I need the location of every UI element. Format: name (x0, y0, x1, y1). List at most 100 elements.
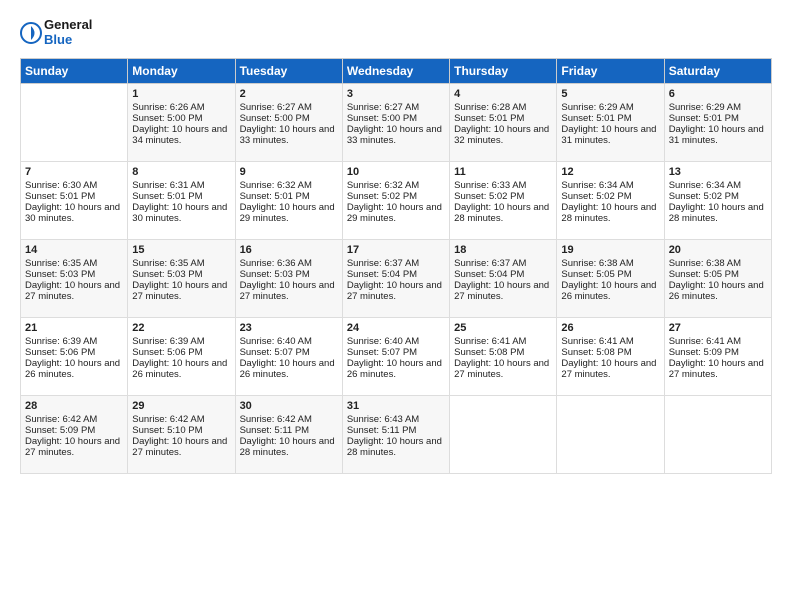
day-number: 15 (132, 244, 230, 256)
sunrise-text: Sunrise: 6:27 AM (347, 102, 445, 113)
week-row-2: 7Sunrise: 6:30 AMSunset: 5:01 PMDaylight… (21, 161, 772, 239)
cell-2-1: 7 Sunrise: 6:30 AMSunset: 5:01 PMDaylight… (21, 161, 128, 239)
sunset-text: Sunset: 5:01 PM (454, 113, 552, 124)
cell-4-2: 22Sunrise: 6:39 AMSunset: 5:06 PMDayligh… (128, 317, 235, 395)
day-number: 30 (240, 400, 338, 412)
cell-4-7: 27 Sunrise: 6:41 AMSunset: 5:09 PMDayligh… (664, 317, 771, 395)
daylight-text: Daylight: 10 hours and 26 minutes. (669, 280, 767, 302)
daylight-text: Daylight: 10 hours and 26 minutes. (25, 358, 123, 380)
sunset-text: Sunset: 5:11 PM (240, 425, 338, 436)
sunset-text: Sunset: 5:06 PM (25, 347, 123, 358)
sunrise-text: Sunrise: 6:29 AM (561, 102, 659, 113)
cell-5-5 (450, 395, 557, 473)
sunset-text: Sunset: 5:05 PM (561, 269, 659, 280)
cell-3-2: 15Sunrise: 6:35 AMSunset: 5:03 PMDayligh… (128, 239, 235, 317)
sunrise-text: Sunrise: 6:42 AM (240, 414, 338, 425)
header-saturday: Saturday (664, 58, 771, 83)
sunset-text: Sunset: 5:02 PM (347, 191, 445, 202)
sunrise-text: Sunrise: 6:40 AM (240, 336, 338, 347)
day-number: 5 (561, 88, 659, 100)
day-number: 27 (669, 322, 767, 334)
daylight-text: Daylight: 10 hours and 27 minutes. (561, 358, 659, 380)
cell-1-5: 4Sunrise: 6:28 AMSunset: 5:01 PMDaylight… (450, 83, 557, 161)
sunrise-text: Sunrise: 6:34 AM (561, 180, 659, 191)
sunset-text: Sunset: 5:00 PM (132, 113, 230, 124)
daylight-text: Daylight: 10 hours and 27 minutes. (669, 358, 767, 380)
day-number: 23 (240, 322, 338, 334)
sunrise-text: Sunrise: 6:34 AM (669, 180, 767, 191)
header-wednesday: Wednesday (342, 58, 449, 83)
sunrise-text: Sunrise: 6:41 AM (669, 336, 767, 347)
sunrise-text: Sunrise: 6:41 AM (454, 336, 552, 347)
daylight-text: Daylight: 10 hours and 30 minutes. (25, 202, 123, 224)
sunset-text: Sunset: 5:02 PM (561, 191, 659, 202)
sunset-text: Sunset: 5:02 PM (454, 191, 552, 202)
daylight-text: Daylight: 10 hours and 29 minutes. (347, 202, 445, 224)
day-number: 17 (347, 244, 445, 256)
day-number: 14 (25, 244, 123, 256)
cell-2-6: 12Sunrise: 6:34 AMSunset: 5:02 PMDayligh… (557, 161, 664, 239)
header-thursday: Thursday (450, 58, 557, 83)
daylight-text: Daylight: 10 hours and 33 minutes. (240, 124, 338, 146)
day-number: 4 (454, 88, 552, 100)
day-number: 21 (25, 322, 123, 334)
day-number: 18 (454, 244, 552, 256)
sunrise-text: Sunrise: 6:32 AM (240, 180, 338, 191)
sunrise-text: Sunrise: 6:31 AM (132, 180, 230, 191)
sunset-text: Sunset: 5:07 PM (240, 347, 338, 358)
daylight-text: Daylight: 10 hours and 33 minutes. (347, 124, 445, 146)
daylight-text: Daylight: 10 hours and 26 minutes. (132, 358, 230, 380)
sunrise-text: Sunrise: 6:39 AM (25, 336, 123, 347)
sunrise-text: Sunrise: 6:32 AM (347, 180, 445, 191)
sunrise-text: Sunrise: 6:42 AM (132, 414, 230, 425)
sunrise-text: Sunrise: 6:33 AM (454, 180, 552, 191)
cell-4-1: 21 Sunrise: 6:39 AMSunset: 5:06 PMDayligh… (21, 317, 128, 395)
sunset-text: Sunset: 5:03 PM (132, 269, 230, 280)
cell-3-1: 14Sunrise: 6:35 AMSunset: 5:03 PMDayligh… (21, 239, 128, 317)
header-monday: Monday (128, 58, 235, 83)
calendar-table: SundayMondayTuesdayWednesdayThursdayFrid… (20, 58, 772, 474)
sunset-text: Sunset: 5:00 PM (347, 113, 445, 124)
cell-3-6: 19Sunrise: 6:38 AMSunset: 5:05 PMDayligh… (557, 239, 664, 317)
daylight-text: Daylight: 10 hours and 28 minutes. (454, 202, 552, 224)
sunset-text: Sunset: 5:05 PM (669, 269, 767, 280)
sunrise-text: Sunrise: 6:35 AM (132, 258, 230, 269)
cell-5-7 (664, 395, 771, 473)
logo-blue: Blue (44, 33, 92, 48)
daylight-text: Daylight: 10 hours and 34 minutes. (132, 124, 230, 146)
logo-svg (20, 22, 42, 44)
sunrise-text: Sunrise: 6:29 AM (669, 102, 767, 113)
sunset-text: Sunset: 5:08 PM (454, 347, 552, 358)
sunrise-text: Sunrise: 6:30 AM (25, 180, 123, 191)
sunset-text: Sunset: 5:09 PM (669, 347, 767, 358)
day-number: 6 (669, 88, 767, 100)
day-number: 31 (347, 400, 445, 412)
day-number: 22 (132, 322, 230, 334)
cell-3-7: 20Sunrise: 6:38 AMSunset: 5:05 PMDayligh… (664, 239, 771, 317)
day-number: 10 (347, 166, 445, 178)
sunrise-text: Sunrise: 6:42 AM (25, 414, 123, 425)
day-number: 11 (454, 166, 552, 178)
day-number: 2 (240, 88, 338, 100)
daylight-text: Daylight: 10 hours and 26 minutes. (240, 358, 338, 380)
logo: General Blue (20, 18, 92, 48)
calendar-container: General Blue SundayMondayTuesdayWednesda… (0, 0, 792, 484)
daylight-text: Daylight: 10 hours and 26 minutes. (561, 280, 659, 302)
sunset-text: Sunset: 5:08 PM (561, 347, 659, 358)
sunrise-text: Sunrise: 6:43 AM (347, 414, 445, 425)
cell-2-4: 10 Sunrise: 6:32 AMSunset: 5:02 PMDayligh… (342, 161, 449, 239)
day-number: 25 (454, 322, 552, 334)
sunset-text: Sunset: 5:01 PM (25, 191, 123, 202)
daylight-text: Daylight: 10 hours and 27 minutes. (454, 358, 552, 380)
sunrise-text: Sunrise: 6:27 AM (240, 102, 338, 113)
daylight-text: Daylight: 10 hours and 28 minutes. (347, 436, 445, 458)
daylight-text: Daylight: 10 hours and 32 minutes. (454, 124, 552, 146)
header: General Blue (20, 18, 772, 48)
sunrise-text: Sunrise: 6:37 AM (454, 258, 552, 269)
cell-3-3: 16Sunrise: 6:36 AMSunset: 5:03 PMDayligh… (235, 239, 342, 317)
sunset-text: Sunset: 5:03 PM (240, 269, 338, 280)
week-row-5: 28Sunrise: 6:42 AMSunset: 5:09 PMDayligh… (21, 395, 772, 473)
day-number: 20 (669, 244, 767, 256)
day-number: 7 (25, 166, 123, 178)
cell-5-2: 29Sunrise: 6:42 AMSunset: 5:10 PMDayligh… (128, 395, 235, 473)
